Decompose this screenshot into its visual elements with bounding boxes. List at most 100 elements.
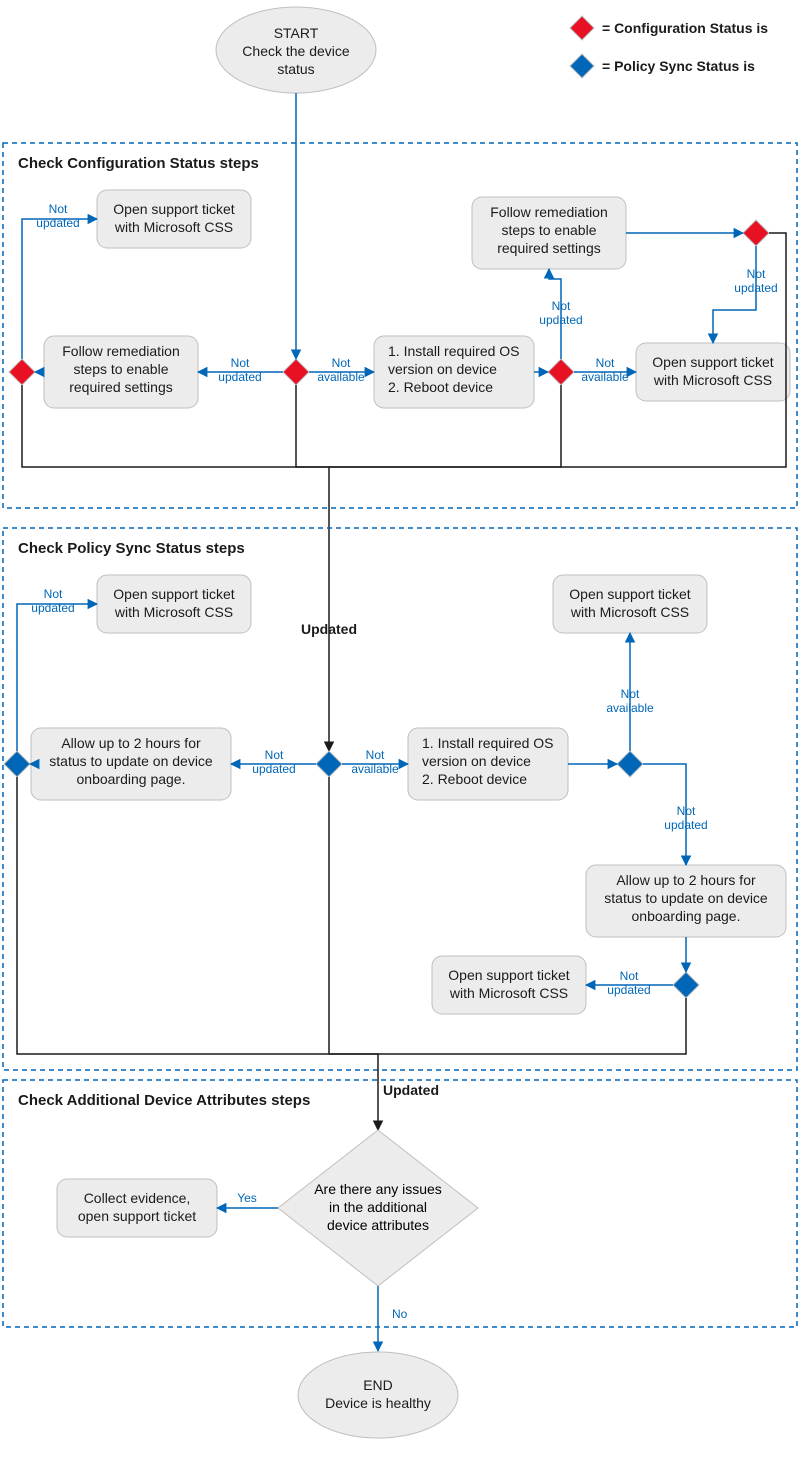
svg-text:version on device: version on device <box>422 753 531 769</box>
diamond-s2-right <box>617 751 643 777</box>
svg-text:open support ticket: open support ticket <box>78 1208 196 1224</box>
svg-text:updated: updated <box>607 983 650 997</box>
svg-text:onboarding page.: onboarding page. <box>77 771 186 787</box>
svg-text:required settings: required settings <box>497 240 601 256</box>
section-config-title: Check Configuration Status steps <box>18 155 259 172</box>
svg-text:Check the device: Check the device <box>242 43 350 59</box>
svg-text:Not: Not <box>231 356 250 370</box>
legend-red-text: = Configuration Status is <box>602 20 768 36</box>
svg-text:No: No <box>392 1307 408 1321</box>
box-open-css-s2-b: Open support ticket with Microsoft CSS <box>432 956 586 1014</box>
svg-text:available: available <box>606 701 654 715</box>
legend: = Configuration Status is = Policy Sync … <box>570 16 768 78</box>
svg-text:Updated: Updated <box>301 621 357 637</box>
svg-text:2. Reboot device: 2. Reboot device <box>422 771 527 787</box>
svg-text:available: available <box>317 370 365 384</box>
svg-text:status to update on device: status to update on device <box>604 890 768 906</box>
svg-text:updated: updated <box>36 216 79 230</box>
box-open-css-s2-tl: Open support ticket with Microsoft CSS <box>97 575 251 633</box>
edge <box>329 777 378 1130</box>
svg-text:Yes: Yes <box>237 1191 257 1205</box>
box-open-css-s2-tr: Open support ticket with Microsoft CSS <box>553 575 707 633</box>
svg-text:1. Install required OS: 1. Install required OS <box>422 735 554 751</box>
diamond-s2-bottom <box>673 972 699 998</box>
box-open-css-right1: Open support ticket with Microsoft CSS <box>636 343 790 401</box>
svg-text:Not: Not <box>366 748 385 762</box>
svg-text:Are there any issues: Are there any issues <box>314 1181 442 1197</box>
diamond-right-red <box>548 359 574 385</box>
svg-text:Not: Not <box>747 267 766 281</box>
box-remediate-left: Follow remediation steps to enable requi… <box>44 336 198 408</box>
svg-text:Open support ticket: Open support ticket <box>113 586 235 602</box>
svg-text:updated: updated <box>252 762 295 776</box>
svg-text:Not: Not <box>332 356 351 370</box>
decision-attrs: Are there any issues in the additional d… <box>278 1130 478 1286</box>
svg-text:onboarding page.: onboarding page. <box>632 908 741 924</box>
svg-text:with Microsoft CSS: with Microsoft CSS <box>449 985 568 1001</box>
svg-text:updated: updated <box>734 281 777 295</box>
box-collect-evidence: Collect evidence, open support ticket <box>57 1179 217 1237</box>
svg-text:2. Reboot device: 2. Reboot device <box>388 379 493 395</box>
edge <box>296 385 329 751</box>
box-install-reboot-1: 1. Install required OS version on device… <box>374 336 534 408</box>
svg-text:available: available <box>351 762 399 776</box>
svg-text:steps to enable: steps to enable <box>74 361 169 377</box>
svg-text:Not: Not <box>621 687 640 701</box>
svg-text:Follow remediation: Follow remediation <box>490 204 608 220</box>
box-install-reboot-2: 1. Install required OS version on device… <box>408 728 568 800</box>
diamond-s2-left <box>4 751 30 777</box>
svg-text:with Microsoft CSS: with Microsoft CSS <box>653 372 772 388</box>
svg-text:updated: updated <box>539 313 582 327</box>
section-attrs-title: Check Additional Device Attributes steps <box>18 1092 310 1109</box>
svg-text:updated: updated <box>31 601 74 615</box>
start-node: START Check the device status <box>216 7 376 93</box>
box-allow2h-left: Allow up to 2 hours for status to update… <box>31 728 231 800</box>
svg-text:Not: Not <box>620 969 639 983</box>
svg-text:Device is healthy: Device is healthy <box>325 1395 431 1411</box>
svg-text:Not: Not <box>265 748 284 762</box>
svg-text:Allow up to 2 hours for: Allow up to 2 hours for <box>616 872 756 888</box>
svg-text:Not: Not <box>552 299 571 313</box>
end-node: END Device is healthy <box>298 1352 458 1438</box>
svg-text:Allow up to 2 hours for: Allow up to 2 hours for <box>61 735 201 751</box>
flowchart-root: = Configuration Status is = Policy Sync … <box>0 0 800 1458</box>
svg-text:1. Install required OS: 1. Install required OS <box>388 343 520 359</box>
svg-text:Open support ticket: Open support ticket <box>652 354 774 370</box>
svg-text:with Microsoft CSS: with Microsoft CSS <box>114 604 233 620</box>
box-remediate-right: Follow remediation steps to enable requi… <box>472 197 626 269</box>
svg-text:status: status <box>277 61 314 77</box>
diamond-center-red <box>283 359 309 385</box>
box-allow2h-right: Allow up to 2 hours for status to update… <box>586 865 786 937</box>
diamond-s2-center <box>316 751 342 777</box>
diamond-far-right-red <box>743 220 769 246</box>
svg-text:in the additional: in the additional <box>329 1199 427 1215</box>
svg-text:device attributes: device attributes <box>327 1217 429 1233</box>
svg-text:END: END <box>363 1377 393 1393</box>
svg-text:steps to enable: steps to enable <box>502 222 597 238</box>
svg-text:Open support ticket: Open support ticket <box>448 967 570 983</box>
section-policy-title: Check Policy Sync Status steps <box>18 540 245 557</box>
box-open-css-tl: Open support ticket with Microsoft CSS <box>97 190 251 248</box>
svg-text:Updated: Updated <box>383 1082 439 1098</box>
svg-text:Not: Not <box>677 804 696 818</box>
diamond-left-red <box>9 359 35 385</box>
legend-blue-text: = Policy Sync Status is <box>602 58 755 74</box>
svg-text:version on device: version on device <box>388 361 497 377</box>
edge <box>17 777 378 1054</box>
svg-text:Collect evidence,: Collect evidence, <box>84 1190 191 1206</box>
diamond-icon <box>570 16 594 40</box>
diamond-icon <box>570 54 594 78</box>
svg-text:Not: Not <box>44 587 63 601</box>
svg-text:available: available <box>581 370 629 384</box>
svg-text:Open support ticket: Open support ticket <box>113 201 235 217</box>
svg-text:Not: Not <box>596 356 615 370</box>
svg-text:updated: updated <box>664 818 707 832</box>
svg-text:with Microsoft CSS: with Microsoft CSS <box>570 604 689 620</box>
svg-text:updated: updated <box>218 370 261 384</box>
svg-text:Follow remediation: Follow remediation <box>62 343 180 359</box>
svg-text:START: START <box>274 25 319 41</box>
svg-text:Open support ticket: Open support ticket <box>569 586 691 602</box>
svg-text:Not: Not <box>49 202 68 216</box>
svg-text:status to update on device: status to update on device <box>49 753 213 769</box>
svg-text:required settings: required settings <box>69 379 173 395</box>
